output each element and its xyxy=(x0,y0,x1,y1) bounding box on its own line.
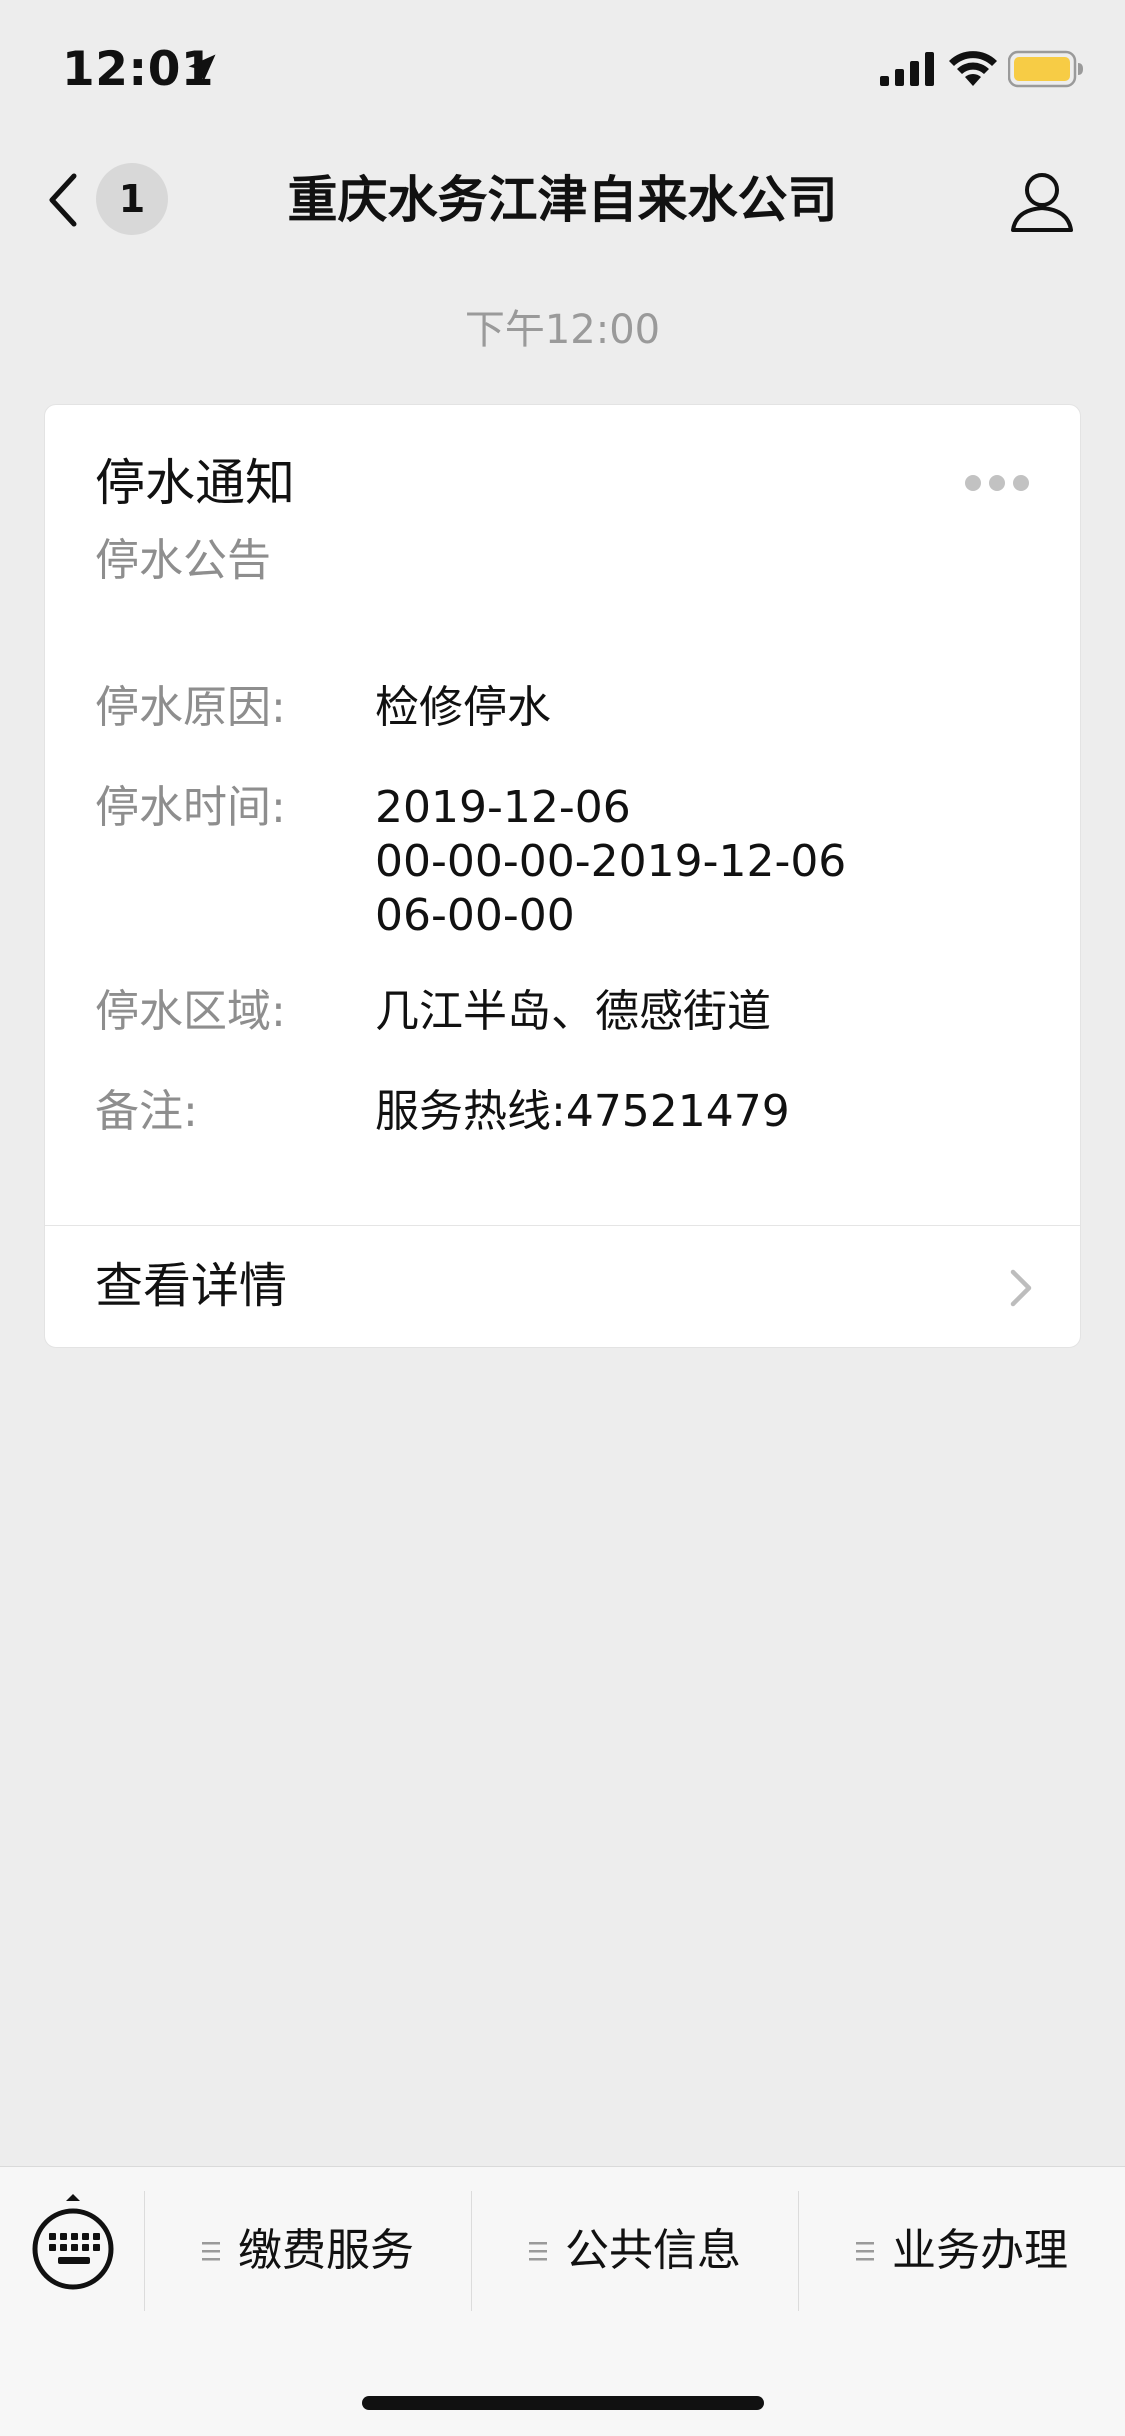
menu-item-public-info[interactable]: 公共信息 xyxy=(472,2191,798,2311)
time-line-2: 00-00-00-2019-12-06 xyxy=(375,836,847,887)
menu-lines-icon xyxy=(856,2242,874,2261)
card-title: 停水通知 xyxy=(95,454,295,512)
notice-card[interactable]: 停水通知 停水公告 停水原因: 检修停水 停水时间: 2019-12-06 00… xyxy=(44,404,1081,1348)
wifi-icon xyxy=(949,51,997,86)
page-title: 重庆水务江津自来水公司 xyxy=(287,171,838,229)
cellular-signal-icon xyxy=(880,52,934,86)
view-details-button[interactable]: 查看详情 xyxy=(45,1226,1080,1348)
field-label-area: 停水区域: xyxy=(95,986,286,1037)
menu-label: 业务办理 xyxy=(892,2225,1068,2276)
location-arrow-icon xyxy=(188,54,216,82)
back-chevron-icon[interactable] xyxy=(44,170,80,230)
menu-label: 公共信息 xyxy=(565,2225,741,2276)
chat-screen: 12:01 1 重庆水务江津自来水公司 下午12:00 停水通知 停水公告 停水… xyxy=(0,0,1125,2436)
field-value-area: 几江半岛、德感街道 xyxy=(375,986,771,1037)
unread-count-badge[interactable]: 1 xyxy=(96,163,168,235)
battery-icon xyxy=(1008,50,1083,88)
message-timestamp: 下午12:00 xyxy=(464,307,661,353)
field-value-reason: 检修停水 xyxy=(375,682,551,733)
menu-item-payment[interactable]: 缴费服务 xyxy=(145,2191,471,2311)
card-subtitle: 停水公告 xyxy=(95,535,271,586)
menu-label: 缴费服务 xyxy=(238,2225,414,2276)
status-bar: 12:01 xyxy=(0,0,1125,140)
home-indicator[interactable] xyxy=(362,2396,764,2410)
keyboard-toggle-icon[interactable] xyxy=(28,2191,118,2297)
menu-lines-icon xyxy=(202,2242,220,2261)
field-value-remark: 服务热线:47521479 xyxy=(375,1086,790,1137)
menu-item-business[interactable]: 业务办理 xyxy=(799,2191,1125,2311)
field-label-reason: 停水原因: xyxy=(95,682,286,733)
field-label-remark: 备注: xyxy=(95,1086,198,1137)
field-value-time: 2019-12-06 00-00-00-2019-12-06 06-00-00 xyxy=(375,781,1055,943)
view-details-label: 查看详情 xyxy=(95,1258,288,1314)
chevron-right-icon xyxy=(1010,1269,1032,1307)
time-line-3: 06-00-00 xyxy=(375,890,575,941)
navigation-bar: 1 重庆水务江津自来水公司 xyxy=(0,140,1125,260)
profile-icon[interactable] xyxy=(1008,166,1076,234)
time-line-1: 2019-12-06 xyxy=(375,782,631,833)
menu-lines-icon xyxy=(529,2242,547,2261)
more-dots-icon[interactable] xyxy=(963,471,1031,495)
field-label-time: 停水时间: xyxy=(95,782,286,833)
